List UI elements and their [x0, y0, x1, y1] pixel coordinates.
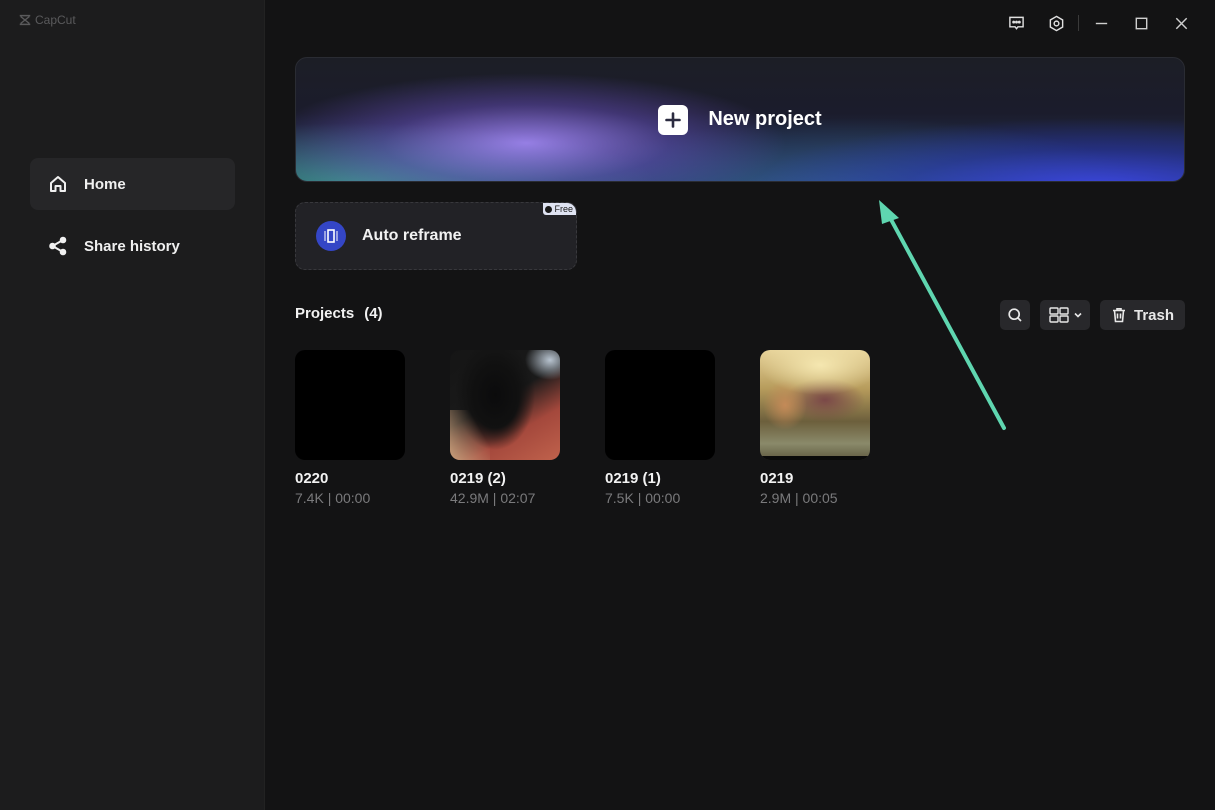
sidebar-item-share-history[interactable]: Share history [30, 220, 235, 272]
project-name: 0220 [295, 470, 329, 487]
project-meta: 42.9M | 02:07 [450, 490, 536, 506]
new-project-button[interactable]: New project [295, 57, 1185, 182]
arrow-shaft [886, 212, 1006, 430]
maximize-icon [1135, 17, 1147, 29]
settings-icon [1049, 15, 1063, 31]
auto-reframe-label: Auto reframe [362, 227, 462, 244]
project-card[interactable]: 0219 (1) 7.5K | 00:00 [605, 350, 715, 506]
project-meta: 7.4K | 00:00 [295, 490, 371, 506]
project-name: 0219 [760, 470, 794, 487]
free-badge: Free [543, 203, 576, 215]
close-icon [1175, 17, 1187, 29]
projects-heading: Projects (4) [295, 305, 383, 322]
project-thumbnail [295, 350, 405, 460]
search-icon [1008, 308, 1022, 322]
minimize-icon [1095, 22, 1107, 24]
project-thumbnail [760, 350, 870, 460]
search-button[interactable] [1000, 300, 1030, 330]
close-button[interactable] [1161, 10, 1201, 36]
projects-title: Projects [295, 305, 355, 322]
settings-button[interactable] [1036, 10, 1076, 36]
grid-view-icon [1048, 307, 1069, 323]
project-name: 0219 (2) [450, 470, 506, 487]
project-name: 0219 (1) [605, 470, 661, 487]
capcut-window: CapCut Home Share history New project Au… [0, 0, 1215, 810]
trash-button[interactable]: Trash [1100, 300, 1185, 330]
trash-label: Trash [1133, 306, 1175, 324]
view-mode-dropdown[interactable] [1040, 300, 1090, 330]
projects-count: (4) [364, 305, 383, 322]
chevron-down-icon [1073, 312, 1082, 318]
home-icon [50, 176, 66, 192]
trash-icon [1112, 308, 1125, 323]
project-thumbnail [605, 350, 715, 460]
titlebar-separator [1078, 15, 1079, 31]
auto-reframe-button[interactable]: Auto reframe Free [295, 202, 577, 270]
maximize-button[interactable] [1121, 10, 1161, 36]
project-card[interactable]: 0220 7.4K | 00:00 [295, 350, 405, 506]
app-logo: CapCut [18, 13, 76, 27]
project-meta: 2.9M | 00:05 [760, 490, 838, 506]
feedback-button[interactable] [996, 10, 1036, 36]
projects-toolbar: Trash [1000, 300, 1185, 330]
arrow-head [879, 200, 899, 224]
titlebar-controls [996, 10, 1201, 36]
minimize-button[interactable] [1081, 10, 1121, 36]
sidebar: CapCut Home Share history [0, 0, 265, 810]
free-badge-label: Free [554, 204, 573, 214]
badge-dot-icon [545, 205, 553, 213]
project-thumbnail [450, 350, 560, 460]
project-card[interactable]: 0219 2.9M | 00:05 [760, 350, 870, 506]
sidebar-item-home[interactable]: Home [30, 158, 235, 210]
plus-icon [658, 104, 689, 135]
capcut-logo-icon [19, 14, 31, 26]
project-list: 0220 7.4K | 00:00 0219 (2) 42.9M | 02:07… [295, 350, 870, 506]
feedback-icon [1008, 16, 1024, 30]
sidebar-item-label: Home [84, 175, 126, 193]
sidebar-item-label: Share history [84, 237, 180, 255]
project-meta: 7.5K | 00:00 [605, 490, 681, 506]
reframe-icon [316, 221, 346, 251]
app-name: CapCut [35, 13, 76, 27]
project-card[interactable]: 0219 (2) 42.9M | 02:07 [450, 350, 560, 506]
new-project-label: New project [708, 108, 822, 130]
share-icon [49, 236, 67, 256]
